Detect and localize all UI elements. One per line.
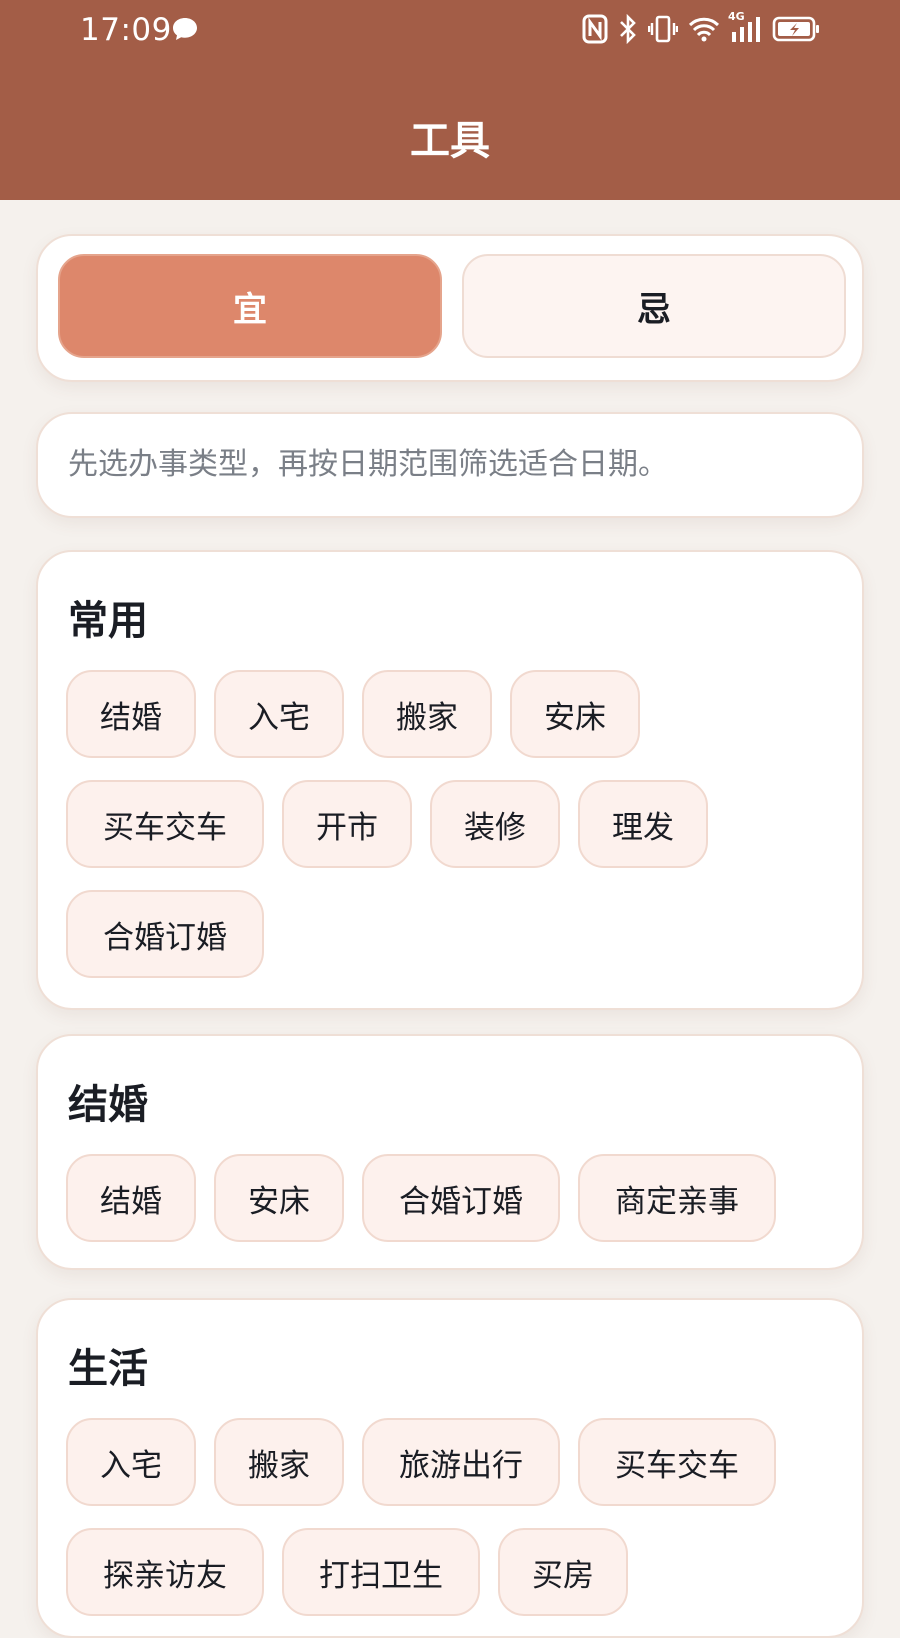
section-marriage: 结婚 结婚 安床 合婚订婚 商定亲事 <box>36 1034 864 1270</box>
hint-card: 先选办事类型，再按日期范围筛选适合日期。 <box>36 412 864 518</box>
chip-item[interactable]: 打扫卫生 <box>282 1528 480 1616</box>
chip-item[interactable]: 理发 <box>578 780 708 868</box>
battery-icon <box>772 15 820 43</box>
chip-item[interactable]: 开市 <box>282 780 412 868</box>
chip-item[interactable]: 旅游出行 <box>362 1418 560 1506</box>
network-type-label: 4G <box>728 10 745 23</box>
chip-item[interactable]: 装修 <box>430 780 560 868</box>
chip-item[interactable]: 买车交车 <box>66 780 264 868</box>
chip-item[interactable]: 安床 <box>510 670 640 758</box>
bluetooth-icon <box>618 14 638 44</box>
status-bar: 17:09 4G <box>0 0 900 64</box>
chip-item[interactable]: 合婚订婚 <box>66 890 264 978</box>
message-icon <box>171 16 199 46</box>
chip-item[interactable]: 探亲访友 <box>66 1528 264 1616</box>
toggle-ji-button[interactable]: 忌 <box>462 254 846 358</box>
toggle-yi-button[interactable]: 宜 <box>58 254 442 358</box>
chip-item[interactable]: 搬家 <box>362 670 492 758</box>
signal-icon: 4G <box>728 10 762 44</box>
vibrate-icon <box>648 14 678 44</box>
nfc-icon <box>582 14 608 44</box>
chip-item[interactable]: 结婚 <box>66 1154 196 1242</box>
wifi-icon <box>688 15 720 43</box>
hint-text: 先选办事类型，再按日期范围筛选适合日期。 <box>68 447 668 482</box>
chip-item[interactable]: 商定亲事 <box>578 1154 776 1242</box>
mode-toggle: 宜 忌 <box>36 234 864 382</box>
status-icons: 4G <box>582 10 820 44</box>
chip-item[interactable]: 合婚订婚 <box>362 1154 560 1242</box>
chip-item[interactable]: 结婚 <box>66 670 196 758</box>
app-header: 17:09 4G 工具 <box>0 0 900 200</box>
chip-item[interactable]: 买车交车 <box>578 1418 776 1506</box>
section-title: 结婚 <box>68 1082 148 1128</box>
chip-item[interactable]: 入宅 <box>66 1418 196 1506</box>
chip-item[interactable]: 买房 <box>498 1528 628 1616</box>
status-time: 17:09 <box>80 12 172 48</box>
page-title: 工具 <box>410 118 490 164</box>
section-title: 常用 <box>68 598 148 644</box>
chip-item[interactable]: 搬家 <box>214 1418 344 1506</box>
chip-item[interactable]: 安床 <box>214 1154 344 1242</box>
section-life: 生活 入宅 搬家 旅游出行 买车交车 探亲访友 打扫卫生 买房 <box>36 1298 864 1638</box>
chip-item[interactable]: 入宅 <box>214 670 344 758</box>
section-title: 生活 <box>68 1346 148 1392</box>
section-common: 常用 结婚 入宅 搬家 安床 买车交车 开市 装修 理发 合婚订婚 <box>36 550 864 1010</box>
